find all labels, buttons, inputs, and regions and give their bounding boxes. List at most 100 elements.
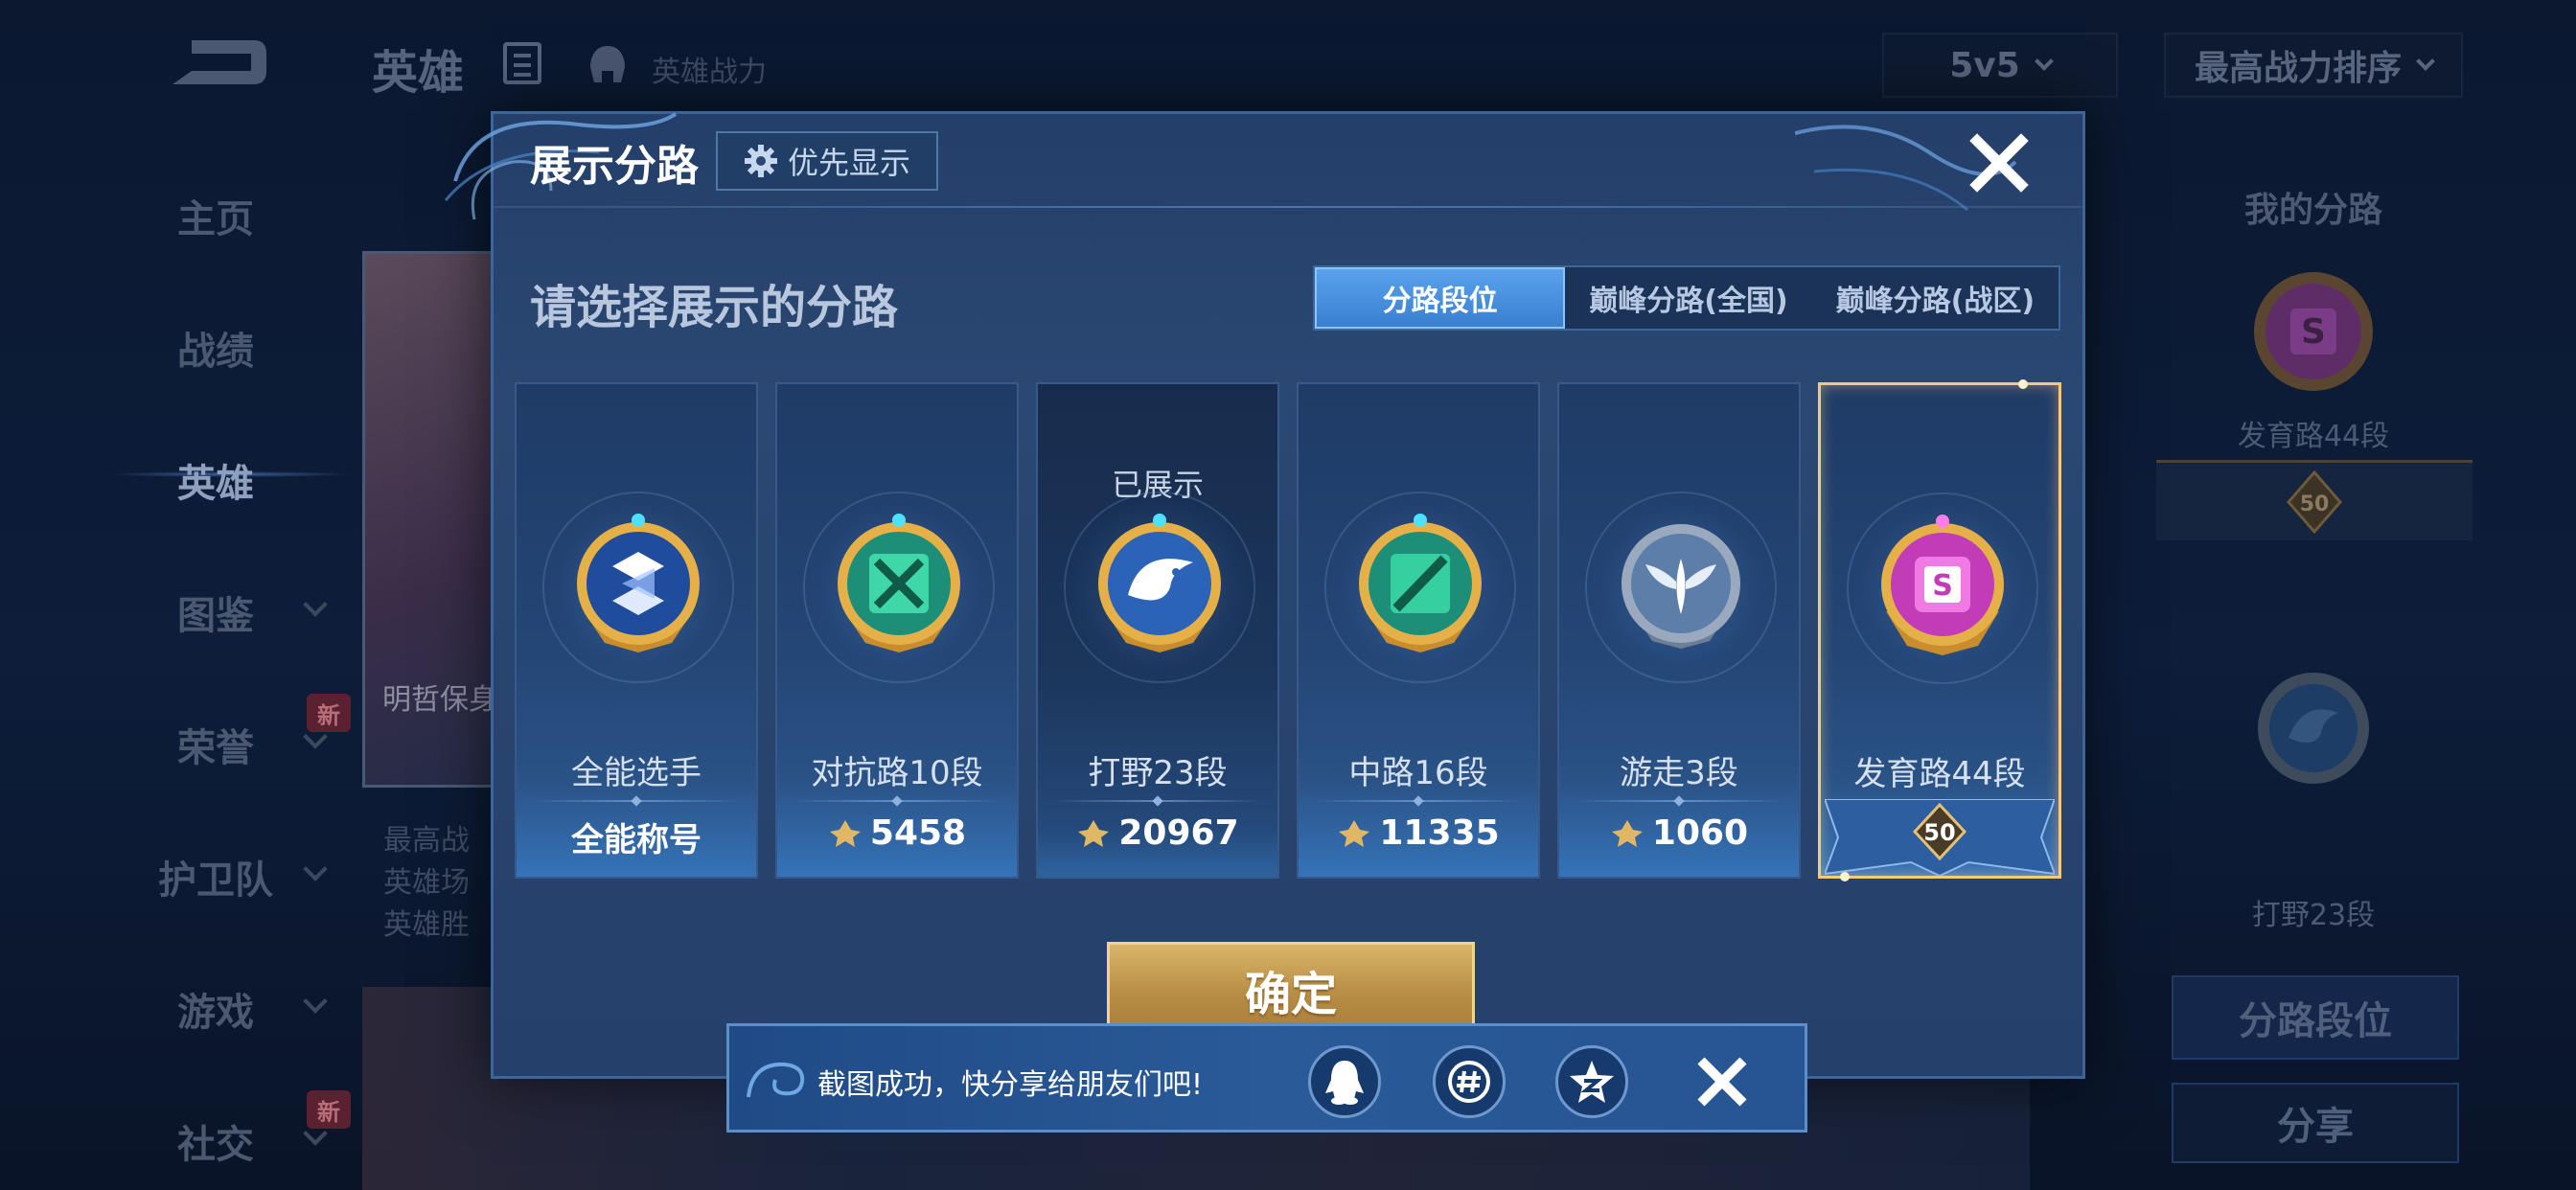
lane-card-adc[interactable]: S 发育路44段 50 (1818, 379, 2061, 881)
lane-card-allround[interactable]: 全能选手 全能称号 (515, 382, 758, 879)
helmet-icon (590, 46, 625, 82)
my-lane-primary: 发育路44段 (2237, 420, 2390, 453)
lane-rank-button[interactable]: 分路段位 (2172, 975, 2459, 1060)
new-badge: 新 (307, 694, 351, 732)
nav-item-game[interactable]: 游戏 (0, 966, 364, 1042)
page-title: 英雄 (372, 46, 465, 100)
lane-tabs: 分路段位 巅峰分路(全国) 巅峰分路(战区) (1313, 265, 2060, 331)
chevron-down-icon (2034, 52, 2054, 71)
close-icon[interactable] (1966, 129, 2033, 196)
chevron-down-icon (303, 857, 328, 881)
priority-display-button[interactable]: 优先显示 (716, 131, 938, 191)
lane-name: 中路16段 (1348, 754, 1488, 792)
lane-score: 5458 (777, 813, 1017, 853)
nav-item-honor[interactable]: 荣誉 新 (0, 694, 364, 778)
my-lane-panel: 我的分路 S 发育路44段 50 打野23段 (2156, 163, 2472, 949)
svg-text:S: S (1932, 569, 1953, 603)
lane-name: 游走3段 (1620, 754, 1738, 792)
divider (1053, 800, 1262, 802)
lane-score-value: 20967 (1118, 813, 1239, 853)
nav-item-social[interactable]: 社交 新 (0, 1090, 364, 1175)
nav-label: 游戏 (177, 991, 254, 1035)
my-lane-secondary: 打野23段 (2251, 899, 2376, 932)
share-button[interactable]: 分享 (2172, 1083, 2459, 1163)
nav-label: 主页 (177, 197, 254, 241)
nav-item-record[interactable]: 战绩 (0, 305, 364, 381)
nav-item-hero[interactable]: 英雄 (0, 437, 364, 514)
nav-label: 社交 (177, 1123, 254, 1167)
lane-score-value: 1060 (1651, 813, 1749, 853)
nav-item-codex[interactable]: 图鉴 (0, 569, 364, 646)
nav-label: 荣誉 (177, 726, 254, 770)
lane-name: 打野23段 (1088, 754, 1228, 792)
hero-power-label: 英雄战力 (652, 56, 767, 89)
divider (1314, 800, 1523, 802)
top-lane-medal-icon (838, 514, 960, 652)
mode-select[interactable]: 5v5 (1882, 33, 2118, 98)
sort-select[interactable]: 最高战力排序 (2164, 33, 2463, 98)
hero-info-line: 最高战 (383, 824, 470, 858)
nav-label: 英雄 (177, 462, 254, 506)
qq-share-button[interactable] (1308, 1045, 1381, 1118)
chevron-down-icon (2416, 52, 2435, 71)
level-badge-value: 50 (1923, 819, 1955, 846)
my-lane-level-band: 50 (2156, 460, 2472, 540)
priority-display-label: 优先显示 (787, 145, 910, 181)
power-point-icon (829, 819, 861, 847)
sort-select-value: 最高战力排序 (2194, 49, 2402, 88)
lane-score-value: 5458 (869, 813, 967, 853)
power-point-icon (1339, 819, 1370, 847)
hero-info-line: 英雄胜 (383, 908, 470, 942)
new-badge: 新 (307, 1090, 351, 1129)
list-icon[interactable] (503, 42, 541, 84)
hero-info-line: 英雄场 (383, 866, 470, 900)
lane-card-list: 全能选手 全能称号 对抗路10段 5458 已展示 打野23段 20967 中路… (515, 379, 2077, 881)
allround-medal-icon (577, 514, 700, 652)
adc-medal-icon: S (1881, 515, 2004, 655)
mode-select-value: 5v5 (1949, 45, 2020, 85)
lane-title-text: 全能称号 (571, 821, 702, 859)
screenshot-share-toast: 截图成功，快分享给朋友们吧! (726, 1023, 1807, 1133)
lane-card-jungle[interactable]: 已展示 打野23段 20967 (1036, 382, 1279, 879)
hero-info: 最高战 英雄场 英雄胜 (383, 820, 470, 947)
qzone-star-icon (1570, 1061, 1614, 1103)
close-icon[interactable] (1691, 1051, 1753, 1112)
nav-item-home[interactable]: 主页 (0, 172, 364, 249)
power-point-icon (1611, 819, 1643, 847)
my-lane-title: 我的分路 (2243, 191, 2382, 230)
qzone-share-button[interactable] (1555, 1045, 1628, 1118)
tab-lane-rank[interactable]: 分路段位 (1315, 267, 1566, 329)
lane-card-top[interactable]: 对抗路10段 5458 (775, 382, 1019, 879)
hero-card-name: 明哲保身 (382, 683, 497, 717)
lane-score: 1060 (1559, 813, 1799, 853)
tab-peak-national[interactable]: 巅峰分路(全国) (1565, 267, 1811, 329)
lane-name: 对抗路10段 (811, 754, 983, 792)
level-banner: 50 (1825, 799, 2055, 876)
lane-name: 全能选手 (571, 754, 702, 792)
tab-peak-region[interactable]: 巅峰分路(战区) (1812, 267, 2058, 329)
lane-card-roam[interactable]: 游走3段 1060 (1557, 382, 1801, 879)
jungle-medal-icon (2258, 673, 2369, 784)
jungle-medal-icon (1098, 514, 1221, 652)
back-arrow-icon[interactable] (163, 33, 268, 92)
modal-title: 展示分路 (530, 142, 699, 191)
gear-icon (744, 145, 777, 177)
toast-message: 截图成功，快分享给朋友们吧! (817, 1068, 1204, 1102)
topic-share-button[interactable] (1433, 1045, 1506, 1118)
nav-item-guard[interactable]: 护卫队 (0, 834, 364, 910)
divider (532, 800, 741, 802)
lane-score: 20967 (1038, 813, 1277, 853)
level-badge-icon: 50 (2287, 469, 2342, 535)
lane-card-mid[interactable]: 中路16段 11335 (1297, 382, 1540, 879)
svg-text:50: 50 (2300, 492, 2330, 516)
display-lane-modal: 展示分路 优先显示 请选择展示的分路 分路段位 巅峰分路(全国) 巅峰分路(战区… (444, 111, 2085, 1079)
divider (793, 800, 1001, 802)
swirl-decoration (747, 1062, 805, 1098)
adc-medal-icon: S (2254, 272, 2373, 391)
divider (1575, 800, 1783, 802)
modal-subtitle: 请选择展示的分路 (530, 281, 899, 334)
lane-score-value: 11335 (1379, 813, 1500, 853)
chevron-down-icon (303, 989, 328, 1014)
chevron-down-icon (303, 592, 328, 617)
hashtag-icon (1448, 1061, 1490, 1103)
